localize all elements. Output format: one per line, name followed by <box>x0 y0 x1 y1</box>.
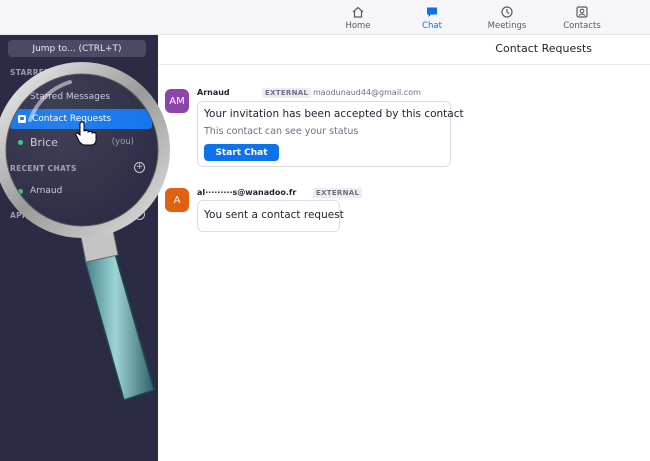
main-header: Contact Requests <box>158 35 650 65</box>
avatar[interactable]: AM <box>165 89 189 113</box>
sender-email[interactable]: al·········s@wanadoo.fr <box>197 188 296 197</box>
page-title: Contact Requests <box>495 42 592 55</box>
contact-card-icon <box>18 115 26 123</box>
self-suffix: (you) <box>111 137 134 147</box>
message-text: Your invitation has been accepted by thi… <box>204 108 464 120</box>
chat-icon <box>427 7 437 17</box>
add-chat-button[interactable]: + <box>134 162 145 173</box>
nav-chat[interactable]: Chat <box>392 0 472 35</box>
avatar[interactable]: A <box>165 188 189 212</box>
nav-contacts[interactable]: Contacts <box>542 0 622 35</box>
contact-accepted-message: Your invitation has been accepted by thi… <box>197 101 464 167</box>
start-chat-button[interactable]: Start Chat <box>204 144 279 161</box>
nav-chat-label: Chat <box>422 20 442 31</box>
sender-email: maodunaud44@gmail.com <box>313 88 421 97</box>
sidebar-item-label: Starred Messages <box>30 92 111 102</box>
home-icon <box>352 6 364 18</box>
sender-name[interactable]: Arnaud <box>197 88 230 97</box>
contact-request-sent-message: You sent a contact request <box>197 200 344 232</box>
nav-home[interactable]: Home <box>318 0 398 35</box>
nav-meetings-label: Meetings <box>487 20 527 31</box>
apps-section-label: APPS <box>10 211 34 220</box>
sidebar: Jump to... (CTRL+T) STARRED Starred Mess… <box>0 35 158 461</box>
jump-to-button[interactable]: Jump to... (CTRL+T) <box>8 40 146 57</box>
recent-chats-section-label: RECENT CHATS <box>10 164 77 173</box>
sidebar-item-label: Arnaud <box>30 186 63 196</box>
add-app-button[interactable]: + <box>134 209 145 220</box>
external-badge: EXTERNAL <box>313 188 363 198</box>
nav-meetings[interactable]: Meetings <box>467 0 547 35</box>
sidebar-item-recent-chat[interactable]: Arnaud <box>10 181 152 201</box>
online-status-icon <box>18 188 23 194</box>
message-text: You sent a contact request <box>204 209 344 221</box>
star-icon <box>18 94 23 100</box>
nav-home-label: Home <box>345 20 371 31</box>
sidebar-item-starred-messages[interactable]: Starred Messages <box>10 87 152 107</box>
sidebar-item-contact-requests[interactable]: Contact Requests <box>10 109 152 129</box>
self-name: Brice <box>30 135 58 149</box>
top-navigation-bar: Home Chat Meetings Contacts <box>0 0 650 35</box>
clock-icon <box>501 5 513 18</box>
external-badge: EXTERNAL <box>262 88 312 98</box>
nav-contacts-label: Contacts <box>563 20 601 31</box>
sidebar-item-self[interactable]: Brice (you) <box>10 132 152 152</box>
online-status-icon <box>18 139 23 145</box>
sidebar-item-label: Contact Requests <box>32 114 112 124</box>
starred-section-label: STARRED <box>10 68 51 77</box>
message-subtext: This contact can see your status <box>204 126 359 137</box>
contacts-icon <box>576 5 588 18</box>
